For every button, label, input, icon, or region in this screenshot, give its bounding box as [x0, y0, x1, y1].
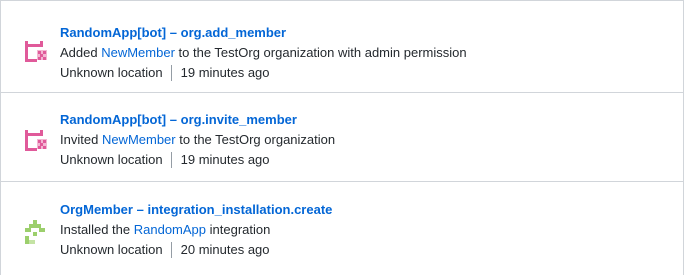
description-suffix: to the TestOrg organization	[179, 132, 336, 147]
entry-body: RandomApp[bot] – org.invite_member Invit…	[60, 110, 673, 170]
action-link[interactable]: org.invite_member	[181, 112, 297, 127]
timestamp: 19 minutes ago	[180, 65, 270, 80]
action-link[interactable]: integration_installation.create	[147, 202, 332, 217]
entry-body: RandomApp[bot] – org.add_member Added Ne…	[60, 23, 673, 83]
description-prefix: Invited	[60, 132, 99, 147]
entry-description: Installed the RandomApp integration	[60, 220, 673, 240]
audit-log-entry: RandomApp[bot] – org.invite_member Invit…	[1, 93, 683, 182]
location-text: Unknown location	[60, 65, 163, 80]
pink-bot-identicon-icon[interactable]	[23, 128, 49, 154]
entry-description: Invited NewMember to the TestOrg organiz…	[60, 130, 673, 150]
title-separator: –	[169, 112, 177, 127]
green-user-identicon-icon[interactable]	[23, 219, 49, 245]
audit-log-entry: OrgMember – integration_installation.cre…	[1, 182, 683, 275]
entry-title: RandomApp[bot] – org.add_member	[60, 23, 673, 43]
meta-divider	[170, 64, 172, 81]
timestamp: 20 minutes ago	[180, 242, 270, 257]
title-separator: –	[136, 202, 144, 217]
location-text: Unknown location	[60, 152, 163, 167]
description-suffix: integration	[209, 222, 271, 237]
pink-bot-identicon-icon[interactable]	[23, 39, 49, 65]
actor-link[interactable]: RandomApp[bot]	[60, 25, 166, 40]
actor-link[interactable]: OrgMember	[60, 202, 133, 217]
member-link[interactable]: NewMember	[102, 132, 176, 147]
location-text: Unknown location	[60, 242, 163, 257]
member-link[interactable]: NewMember	[101, 45, 175, 60]
meta-divider	[170, 151, 172, 168]
entry-title: RandomApp[bot] – org.invite_member	[60, 110, 673, 130]
entry-body: OrgMember – integration_installation.cre…	[60, 200, 673, 260]
entry-meta: Unknown location 19 minutes ago	[60, 150, 673, 170]
actor-link[interactable]: RandomApp[bot]	[60, 112, 166, 127]
entry-description: Added NewMember to the TestOrg organizat…	[60, 43, 673, 63]
audit-log-entry: RandomApp[bot] – org.add_member Added Ne…	[1, 0, 683, 93]
meta-divider	[170, 241, 172, 258]
entry-meta: Unknown location 19 minutes ago	[60, 63, 673, 83]
description-prefix: Added	[60, 45, 98, 60]
audit-log-list: RandomApp[bot] – org.add_member Added Ne…	[0, 0, 684, 275]
timestamp: 19 minutes ago	[180, 152, 270, 167]
description-prefix: Installed the	[60, 222, 131, 237]
integration-link[interactable]: RandomApp	[134, 222, 206, 237]
action-link[interactable]: org.add_member	[181, 25, 286, 40]
entry-title: OrgMember – integration_installation.cre…	[60, 200, 673, 220]
description-suffix: to the TestOrg organization with admin p…	[178, 45, 467, 60]
entry-meta: Unknown location 20 minutes ago	[60, 240, 673, 260]
title-separator: –	[169, 25, 177, 40]
